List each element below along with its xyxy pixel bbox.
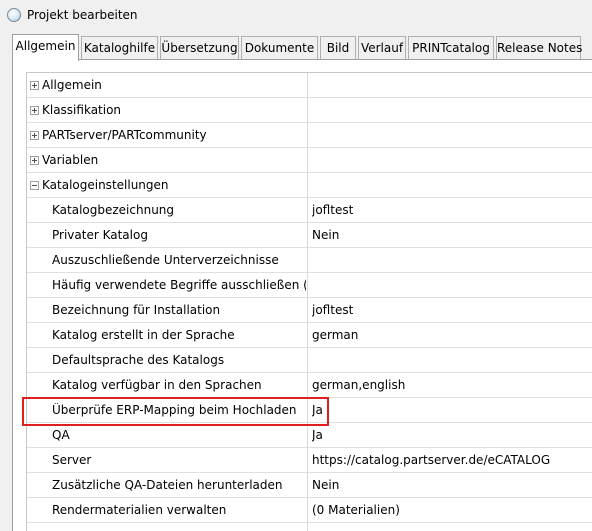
app-icon — [7, 8, 21, 22]
property-row-erp-mapping[interactable]: Überprüfe ERP-Mapping beim Hochladen Ja — [27, 398, 592, 423]
tab-printcatalog[interactable]: PRINTcatalog — [408, 36, 494, 60]
group-label: Variablen — [42, 153, 99, 167]
collapse-minus-icon[interactable] — [30, 181, 39, 190]
group-label: PARTserver/PARTcommunity — [42, 128, 207, 142]
tab-kataloghilfe[interactable]: Kataloghilfe — [81, 36, 158, 60]
group-label: Allgemein — [42, 78, 102, 92]
tab-dokumente[interactable]: Dokumente — [241, 36, 318, 60]
property-row[interactable]: Häufig verwendete Begriffe ausschließen … — [27, 273, 592, 298]
tab-allgemein[interactable]: Allgemein — [12, 34, 79, 61]
group-label: Katalogeinstellungen — [42, 178, 169, 192]
property-value[interactable]: Ja — [312, 428, 323, 442]
property-value[interactable]: Nein — [312, 478, 339, 492]
window-titlebar: Projekt bearbeiten — [0, 0, 592, 29]
property-name: Katalog verfügbar in den Sprachen — [52, 378, 262, 392]
group-row-variablen[interactable]: Variablen — [27, 148, 592, 173]
property-value[interactable]: (0 Materialien) — [312, 503, 400, 517]
expand-plus-icon[interactable] — [30, 106, 39, 115]
property-value[interactable]: Nein — [312, 228, 339, 242]
property-name: QA — [52, 428, 70, 442]
expand-plus-icon[interactable] — [30, 131, 39, 140]
tab-panel-allgemein: Allgemein Klassifikation PARTserver/PART… — [12, 59, 592, 531]
property-name: Auszuschließende Unterverzeichnisse — [52, 253, 279, 267]
group-row-katalogeinstellungen[interactable]: Katalogeinstellungen — [27, 173, 592, 198]
property-name: Server — [52, 453, 92, 467]
property-row[interactable]: QA Ja — [27, 423, 592, 448]
property-row[interactable]: Katalog verfügbar in den Sprachen german… — [27, 373, 592, 398]
tab-verlauf[interactable]: Verlauf — [358, 36, 406, 60]
property-name: Rendermaterialien verwalten — [52, 503, 227, 517]
property-row[interactable]: Defaultsprache des Katalogs — [27, 348, 592, 373]
tab-strip: Allgemein Kataloghilfe Übersetzung Dokum… — [12, 34, 592, 61]
property-name: Häufig verwendete Begriffe ausschließen … — [52, 278, 306, 292]
expand-plus-icon[interactable] — [30, 81, 39, 90]
property-row[interactable]: Katalog erstellt in der Sprache german — [27, 323, 592, 348]
property-value[interactable]: Ja — [312, 403, 323, 417]
group-label: Klassifikation — [42, 103, 122, 117]
property-grid[interactable]: Allgemein Klassifikation PARTserver/PART… — [26, 72, 592, 531]
property-row[interactable]: Rendermaterialien verwalten (0 Materiali… — [27, 498, 592, 523]
property-name: Katalogbezeichnung — [52, 203, 175, 217]
group-row-klassifikation[interactable]: Klassifikation — [27, 98, 592, 123]
tab-release-notes[interactable]: Release Notes — [496, 36, 582, 60]
property-value[interactable]: https://catalog.partserver.de/eCATALOG — [312, 453, 550, 467]
property-value[interactable]: jofltest — [312, 303, 353, 317]
property-name: Katalog erstellt in der Sprache — [52, 328, 235, 342]
property-name: Überprüfe ERP-Mapping beim Hochladen — [52, 403, 297, 417]
property-row[interactable]: Auszuschließende Unterverzeichnisse — [27, 248, 592, 273]
property-name: Defaultsprache des Katalogs — [52, 353, 225, 367]
property-name: Zusätzliche QA-Dateien herunterladen — [52, 478, 283, 492]
expand-plus-icon[interactable] — [30, 156, 39, 165]
property-row[interactable]: Zusätzliche QA-Dateien herunterladen Nei… — [27, 473, 592, 498]
group-row-partserver[interactable]: PARTserver/PARTcommunity — [27, 123, 592, 148]
property-value[interactable]: german — [312, 328, 358, 342]
property-name: Bezeichnung für Installation — [52, 303, 221, 317]
property-row[interactable]: Bezeichnung für Installation jofltest — [27, 298, 592, 323]
tab-uebersetzung[interactable]: Übersetzung — [160, 36, 239, 60]
property-name: Privater Katalog — [52, 228, 148, 242]
property-value[interactable]: german,english — [312, 378, 405, 392]
group-row-allgemein[interactable]: Allgemein — [27, 73, 592, 98]
property-row[interactable]: Katalogbezeichnung jofltest — [27, 198, 592, 223]
property-row[interactable]: Server https://catalog.partserver.de/eCA… — [27, 448, 592, 473]
property-row-empty — [27, 523, 592, 531]
tab-bild[interactable]: Bild — [320, 36, 356, 60]
property-row[interactable]: Privater Katalog Nein — [27, 223, 592, 248]
property-value[interactable]: jofltest — [312, 203, 353, 217]
window-title: Projekt bearbeiten — [27, 8, 138, 22]
